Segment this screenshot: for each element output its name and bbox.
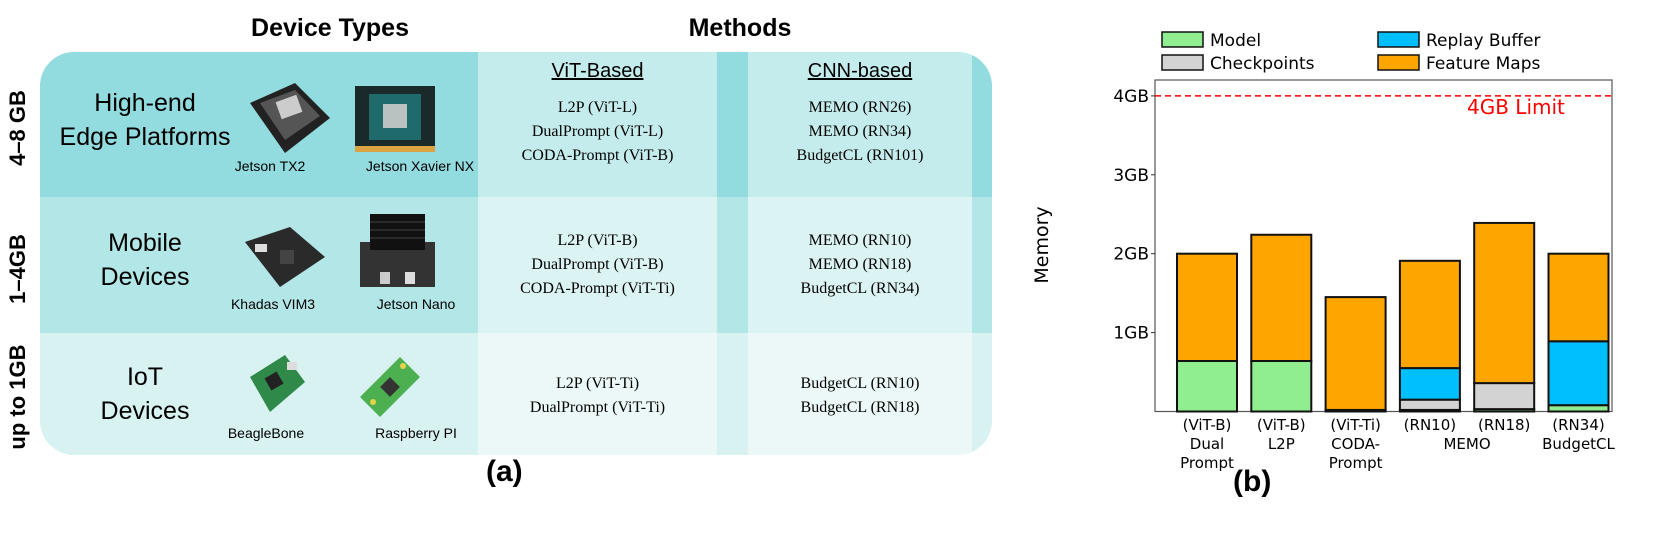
reference-line-label: 4GB Limit xyxy=(1467,95,1565,119)
bar-segment-replay-buffer xyxy=(1547,340,1610,407)
y-axis-label: Memory xyxy=(1031,206,1053,283)
x-tick-label: L2P xyxy=(1268,435,1295,453)
bar-segment-feature-maps xyxy=(1547,252,1610,343)
legend-swatch xyxy=(1161,54,1204,71)
y-tick-label: 2GB xyxy=(1113,245,1149,265)
bar-segment-feature-maps xyxy=(1473,221,1536,385)
x-tick-label: CODA- xyxy=(1331,435,1380,453)
bar-segment-feature-maps xyxy=(1250,233,1313,363)
bar-segment-feature-maps xyxy=(1398,259,1461,370)
bar-segment-feature-maps xyxy=(1176,252,1238,363)
x-tick-label: (RN34) xyxy=(1552,416,1604,434)
legend-label: Replay Buffer xyxy=(1426,31,1541,51)
legend-swatch xyxy=(1161,31,1204,48)
x-tick-label: (RN10) xyxy=(1404,416,1456,434)
x-tick-label: (ViT-Ti) xyxy=(1330,416,1381,434)
x-tick-label: Prompt xyxy=(1180,454,1234,472)
x-tick-label: Dual xyxy=(1190,435,1224,453)
x-tick-label: (ViT-B) xyxy=(1257,416,1306,434)
bar-segment-checkpoints xyxy=(1473,382,1536,411)
x-tick-label: (ViT-B) xyxy=(1183,416,1232,434)
legend-label: Feature Maps xyxy=(1426,54,1541,74)
x-tick-label: (RN18) xyxy=(1478,416,1530,434)
panel-b-caption: (b) xyxy=(1233,465,1272,498)
bar-segment-model xyxy=(1250,360,1313,413)
bar-segment-feature-maps xyxy=(1324,296,1387,411)
legend-swatch xyxy=(1377,54,1420,71)
legend-swatch xyxy=(1377,31,1420,48)
memory-stacked-bar-chart: 1GB2GB3GB4GBMemory4GB Limit(ViT-B)DualPr… xyxy=(1031,31,1616,472)
x-tick-label: Prompt xyxy=(1329,454,1383,472)
y-tick-label: 3GB xyxy=(1113,166,1149,186)
y-tick-label: 4GB xyxy=(1113,87,1149,107)
y-tick-label: 1GB xyxy=(1113,324,1149,344)
bar-segment-checkpoints xyxy=(1398,398,1461,411)
legend-label: Checkpoints xyxy=(1210,54,1315,74)
x-group-label: MEMO xyxy=(1443,435,1490,453)
bar-segment-replay-buffer xyxy=(1398,367,1461,401)
bar-segment-model xyxy=(1176,360,1238,413)
legend-label: Model xyxy=(1210,31,1261,51)
x-tick-label: BudgetCL xyxy=(1542,435,1615,453)
